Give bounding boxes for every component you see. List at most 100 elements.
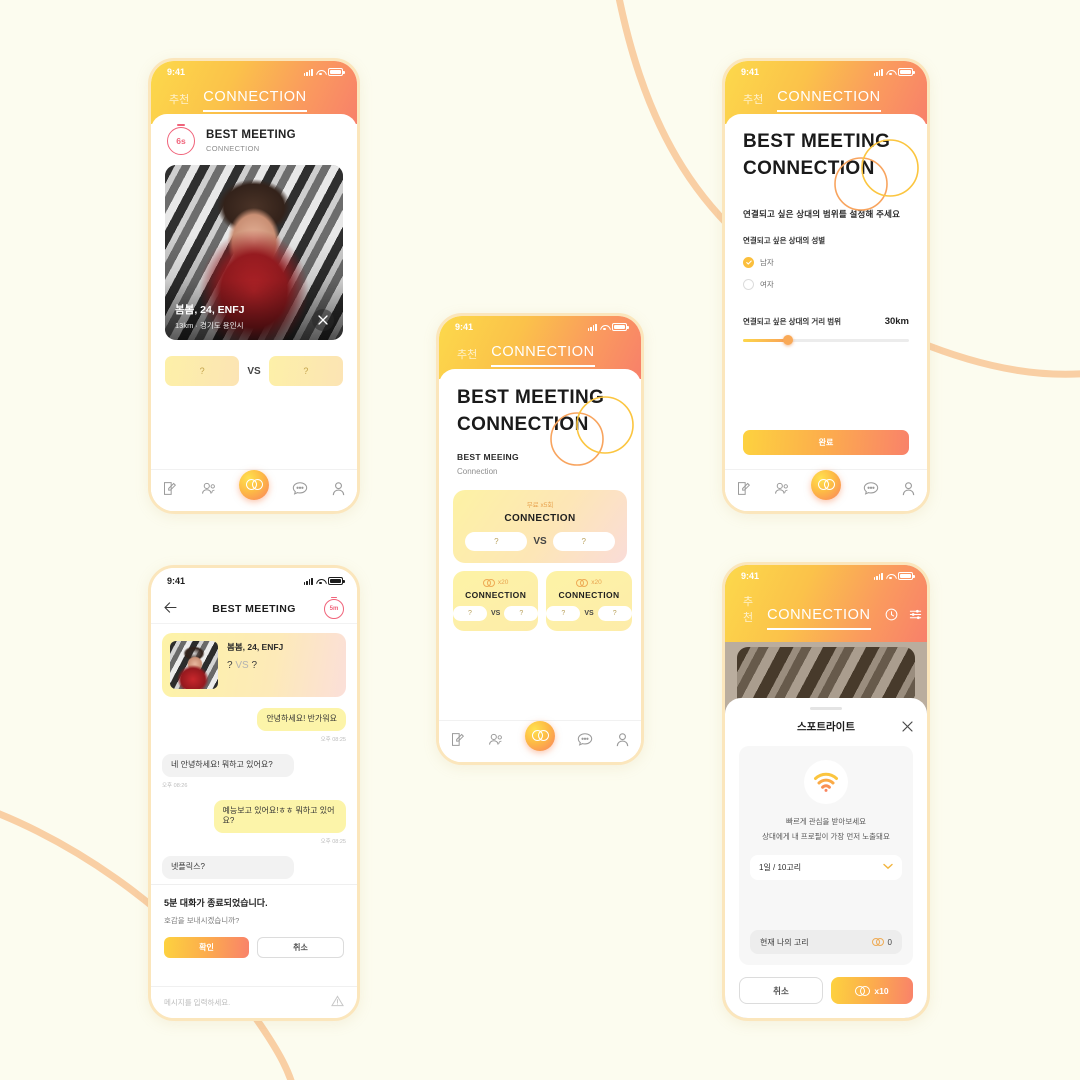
connection-card[interactable]: x20 CONNECTION ? VS ? [453, 570, 539, 631]
nav-connection-button[interactable] [239, 469, 270, 500]
vs-option-left[interactable]: ? [165, 356, 240, 386]
nav-profile-icon[interactable] [901, 481, 916, 501]
nav-write-icon[interactable] [450, 732, 465, 752]
chat-message-row: 네 안녕하세요! 뭐하고 있어요? 오후 08:26 [162, 753, 346, 789]
intro-vs-label: VS [235, 660, 249, 671]
close-icon[interactable] [902, 719, 913, 737]
status-time: 9:41 [167, 576, 186, 586]
phone-chat: 9:41 BEST MEETING 5m 봄봄, 24, ENFJ ? VS ?… [148, 565, 360, 1021]
message-bubble: 네 안녕하세요! 뭐하고 있어요? [162, 753, 295, 777]
message-bubble: 예능보고 있어요!ㅎㅎ 뭐하고 있어요? [213, 799, 346, 834]
balance-row: 현재 나의 고리 0 [750, 930, 902, 954]
card-option-right[interactable]: ? [504, 605, 539, 621]
intro-profile-name: 봄봄, 24, ENFJ [227, 642, 284, 652]
card-vs-label: VS [584, 609, 594, 617]
phone2-sheet: BEST MEETING CONNECTION BEST MEEING Conn… [439, 369, 641, 762]
intro-q-left: ? [227, 660, 233, 671]
nav-profile-icon[interactable] [331, 481, 346, 501]
two-rings-icon [482, 578, 495, 587]
profile-meta: 13km · 경기도 용인시 [175, 321, 244, 330]
nav-connection-button[interactable] [525, 720, 556, 751]
status-time: 9:41 [741, 67, 760, 77]
message-bubble: 안녕하세요! 반가워요 [257, 708, 346, 731]
spotlight-modal: 스포트라이트 빠르게 관심을 받아보세요 상대에게 내 프로필이 가장 먼저 노… [725, 698, 927, 1018]
tab-recommend[interactable]: 추천 [457, 346, 477, 367]
wifi-signal-icon [804, 760, 848, 804]
modal-purchase-button[interactable]: x10 [831, 977, 913, 1004]
battery-icon [328, 68, 345, 76]
message-input-placeholder[interactable]: 메시지를 입력하세요. [164, 997, 331, 1008]
featured-connection-card[interactable]: 무료 x5회 CONNECTION ? VS ? [453, 489, 627, 563]
distance-value: 30km [884, 315, 909, 327]
chat-intro-card[interactable]: 봄봄, 24, ENFJ ? VS ? [162, 633, 346, 697]
card-option-left[interactable]: ? [465, 531, 528, 551]
distance-slider[interactable] [743, 335, 909, 346]
battery-icon [612, 323, 629, 331]
confirm-button[interactable]: 확인 [164, 937, 249, 958]
nav-connection-button[interactable] [811, 469, 842, 500]
nav-chat-icon[interactable] [292, 481, 308, 501]
tab-connection[interactable]: CONNECTION [491, 344, 595, 367]
connection-card[interactable]: x20 CONNECTION ? VS ? [546, 570, 632, 631]
card-title: CONNECTION [465, 589, 527, 600]
tab-recommend[interactable]: 추천 [743, 91, 763, 112]
filter-sliders-icon[interactable] [909, 608, 922, 626]
warning-triangle-icon[interactable] [331, 994, 344, 1012]
card-badge: x20 [453, 578, 538, 587]
status-bar: 9:41 [439, 316, 641, 338]
gender-option-female[interactable]: 여자 [743, 278, 909, 290]
submit-button[interactable]: 완료 [743, 430, 909, 455]
nav-groups-icon[interactable] [487, 732, 504, 752]
card-badge: x20 [546, 578, 631, 587]
balance-value: 0 [887, 937, 892, 947]
card-vs-label: VS [491, 609, 501, 617]
clock-icon[interactable] [885, 608, 898, 626]
phone5-tabs: 추천 CONNECTION [725, 587, 927, 630]
message-timestamp: 오후 08:26 [162, 782, 188, 789]
chat-message-row: 예능보고 있어요!ㅎㅎ 뭐하고 있어요? 오후 08:25 [162, 799, 346, 845]
cancel-button[interactable]: 취소 [257, 937, 344, 958]
cellular-signal-icon [303, 577, 313, 585]
card-option-left[interactable]: ? [546, 605, 581, 621]
phone3-tabs: 추천 CONNECTION [725, 83, 927, 112]
gender-option-male[interactable]: 남자 [743, 256, 909, 268]
free-count-label: 무료 x5회 [526, 501, 554, 509]
slider-thumb[interactable] [782, 335, 793, 346]
tab-connection[interactable]: CONNECTION [767, 607, 871, 630]
tab-connection[interactable]: CONNECTION [203, 89, 307, 112]
battery-icon [898, 68, 915, 76]
modal-cancel-button[interactable]: 취소 [739, 977, 823, 1004]
nav-chat-icon[interactable] [577, 732, 593, 752]
card-option-left[interactable]: ? [453, 605, 487, 621]
tab-recommend[interactable]: 추천 [743, 593, 753, 630]
intro-vs-line: ? VS ? [227, 660, 283, 671]
vs-option-right[interactable]: ? [268, 356, 343, 386]
nav-write-icon[interactable] [162, 481, 177, 501]
message-bubble: 넷플릭스? [162, 856, 295, 879]
chat-input-bar[interactable]: 메시지를 입력하세요. [151, 986, 357, 1018]
tab-recommend[interactable]: 추천 [169, 91, 189, 112]
cellular-signal-icon [587, 323, 597, 331]
meeting-title: BEST MEETING [206, 129, 296, 141]
profile-photo-card[interactable]: 봄봄, 24, ENFJ 13km · 경기도 용인시 [165, 165, 343, 340]
phone2-tabs: 추천 CONNECTION [439, 338, 641, 367]
sheet-grabber[interactable] [810, 707, 842, 710]
battery-icon [898, 572, 915, 580]
nav-write-icon[interactable] [736, 481, 751, 501]
close-icon[interactable] [312, 309, 334, 331]
card-option-right[interactable]: ? [597, 605, 632, 621]
nav-chat-icon[interactable] [863, 481, 879, 501]
duration-select[interactable]: 1일 / 10고리 [750, 855, 902, 880]
chat-header: BEST MEETING 5m [151, 594, 357, 624]
card-option-right[interactable]: ? [552, 531, 615, 551]
tab-connection[interactable]: CONNECTION [777, 89, 881, 112]
chat-message-row: 안녕하세요! 반가워요 오후 08:25 [162, 708, 346, 743]
status-time: 9:41 [741, 571, 760, 581]
status-bar: 9:41 [725, 565, 927, 587]
spotlight-info-panel: 빠르게 관심을 받아보세요 상대에게 내 프로필이 가장 먼저 노출돼요 1일 … [739, 746, 913, 965]
nav-profile-icon[interactable] [615, 732, 630, 752]
nav-groups-icon[interactable] [773, 481, 790, 501]
nav-groups-icon[interactable] [200, 481, 217, 501]
gender-option-label: 남자 [760, 257, 774, 267]
status-time: 9:41 [455, 322, 474, 332]
